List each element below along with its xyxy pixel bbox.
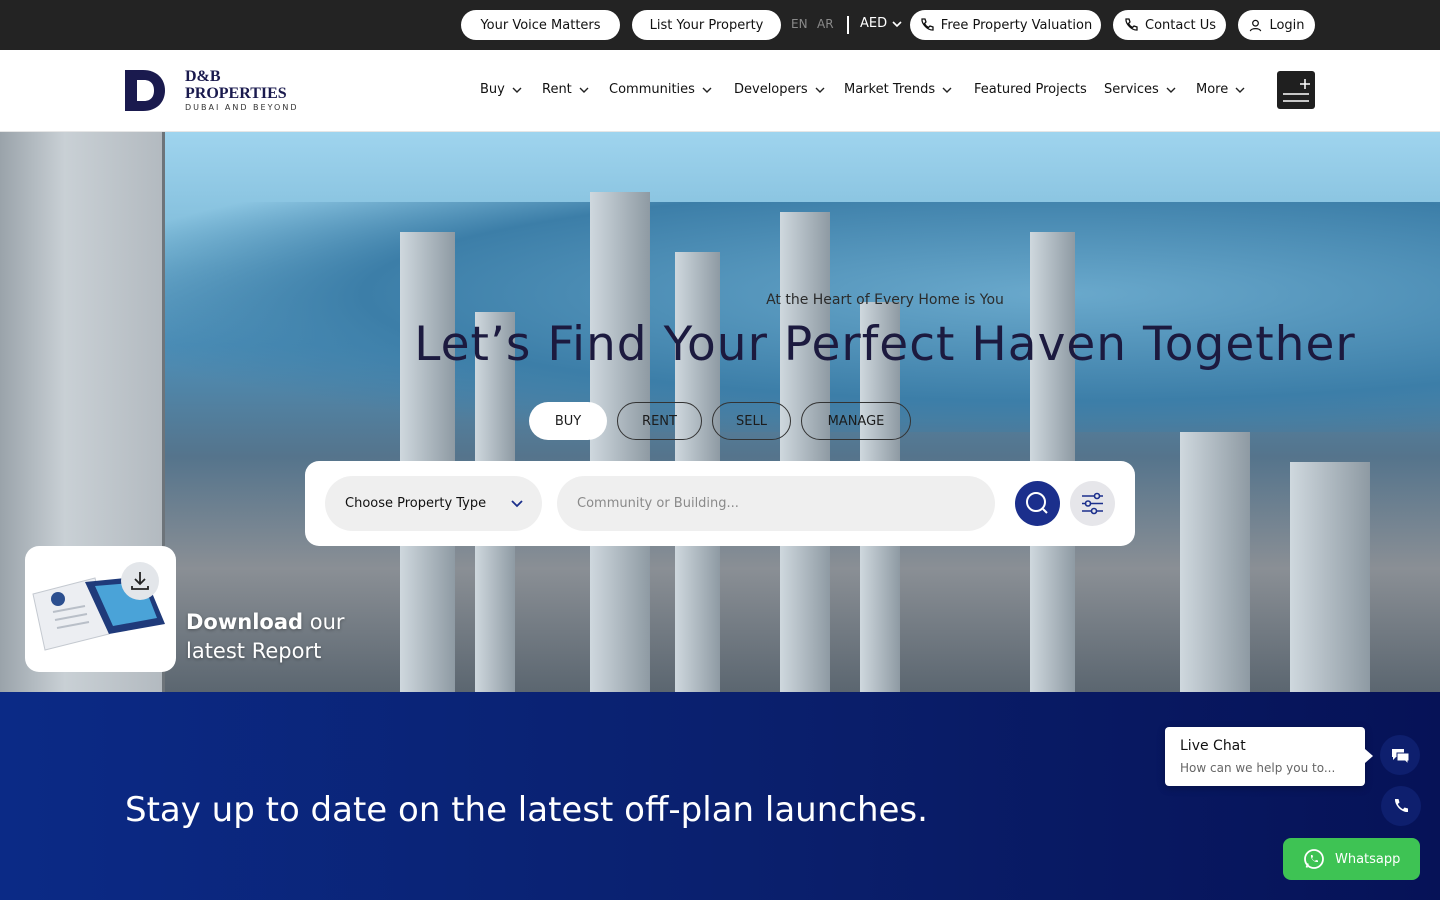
chevron-down-icon: [579, 87, 589, 93]
chevron-down-icon: [892, 20, 902, 27]
nav-more-label: More: [1196, 82, 1229, 97]
user-icon: [1250, 19, 1262, 31]
report-caption-bold: Download: [186, 610, 304, 634]
nav-communities[interactable]: Communities: [609, 82, 713, 97]
tab-rent[interactable]: RENT: [617, 402, 702, 440]
nav-developers-label: Developers: [734, 82, 808, 97]
filter-button[interactable]: [1070, 481, 1115, 526]
main-header: D&B PROPERTIES DUBAI AND BEYOND Buy Rent…: [0, 50, 1440, 132]
live-chat-popup[interactable]: Live Chat How can we help you to...: [1165, 727, 1373, 786]
currency-select[interactable]: AED: [860, 16, 903, 31]
whatsapp-button[interactable]: Whatsapp: [1283, 838, 1420, 880]
tab-manage[interactable]: MANAGE: [801, 402, 911, 440]
nav-market-trends-label: Market Trends: [844, 82, 936, 97]
tab-manage-label: MANAGE: [827, 413, 885, 429]
report-download-card[interactable]: [25, 546, 176, 672]
phone-icon: [1125, 18, 1138, 31]
brand-tagline: DUBAI AND BEYOND: [185, 103, 299, 112]
contact-us-label: Contact Us: [1145, 17, 1216, 33]
tab-buy-label: BUY: [554, 413, 582, 429]
nav-communities-label: Communities: [609, 82, 695, 97]
chat-icon: [1392, 749, 1410, 766]
live-chat-title: Live Chat: [1180, 738, 1246, 754]
download-button[interactable]: [121, 562, 159, 600]
language-en-link[interactable]: EN: [791, 17, 808, 31]
nav-rent-label: Rent: [542, 82, 572, 97]
download-icon: [131, 572, 149, 590]
hero-building: [590, 192, 650, 692]
nav-developers[interactable]: Developers: [734, 82, 826, 97]
menu-icon: [1283, 79, 1310, 102]
brand-name-line1: D&B: [185, 68, 221, 85]
hero-building: [1290, 462, 1370, 692]
language-ar-link[interactable]: AR: [817, 17, 834, 31]
brand-name-line2: PROPERTIES: [185, 85, 287, 102]
report-caption-rest: our: [303, 610, 345, 634]
nav-featured-projects-label: Featured Projects: [974, 82, 1087, 97]
whatsapp-label: Whatsapp: [1335, 851, 1401, 867]
chevron-down-icon: [1235, 87, 1245, 93]
whatsapp-icon: [1304, 849, 1324, 869]
hero-subtitle: At the Heart of Every Home is You: [766, 292, 1004, 308]
brand-name[interactable]: D&B PROPERTIES: [185, 68, 287, 102]
filter-icon: [1082, 492, 1103, 515]
brand-logo-icon[interactable]: [125, 70, 165, 111]
chevron-down-icon: [702, 87, 712, 93]
chevron-down-icon: [511, 500, 523, 508]
chevron-down-icon: [942, 87, 952, 93]
menu-toggle-button[interactable]: [1277, 71, 1315, 109]
nav-services-label: Services: [1104, 82, 1159, 97]
tab-rent-label: RENT: [642, 413, 677, 429]
your-voice-matters-button[interactable]: Your Voice Matters: [461, 10, 620, 40]
chevron-down-icon: [512, 87, 522, 93]
tab-sell[interactable]: SELL: [712, 402, 791, 440]
property-search-bar: Choose Property Type: [305, 461, 1135, 546]
search-button[interactable]: [1015, 481, 1060, 526]
top-bar: Your Voice Matters List Your Property EN…: [0, 0, 1440, 50]
chat-button[interactable]: [1380, 735, 1420, 775]
tab-buy[interactable]: BUY: [529, 402, 607, 440]
free-valuation-button[interactable]: Free Property Valuation: [910, 10, 1101, 40]
topbar-divider: [847, 16, 849, 34]
hero-building: [780, 212, 830, 692]
hero-section: At the Heart of Every Home is You Let’s …: [0, 132, 1440, 692]
currency-value: AED: [860, 16, 888, 31]
property-type-value: Choose Property Type: [345, 496, 487, 511]
offplan-heading: Stay up to date on the latest off-plan l…: [125, 790, 928, 830]
your-voice-matters-label: Your Voice Matters: [480, 17, 601, 33]
phone-icon: [921, 18, 934, 31]
live-chat-subtitle: How can we help you to...: [1180, 761, 1336, 775]
tab-sell-label: SELL: [736, 413, 767, 429]
search-icon: [1026, 492, 1048, 514]
report-caption[interactable]: Download our latest Report: [186, 608, 345, 666]
chevron-down-icon: [1166, 87, 1176, 93]
report-caption-line2: latest Report: [186, 639, 322, 663]
hero-title: Let’s Find Your Perfect Haven Together: [414, 317, 1356, 372]
nav-featured-projects[interactable]: Featured Projects: [974, 82, 1087, 97]
nav-more[interactable]: More: [1196, 82, 1246, 97]
contact-us-button[interactable]: Contact Us: [1113, 10, 1226, 40]
call-button[interactable]: [1381, 786, 1421, 826]
nav-market-trends[interactable]: Market Trends: [844, 82, 953, 97]
nav-buy-label: Buy: [480, 82, 505, 97]
login-button[interactable]: Login: [1238, 10, 1315, 40]
chevron-down-icon: [815, 87, 825, 93]
hero-building: [1180, 432, 1250, 692]
property-type-select[interactable]: Choose Property Type: [325, 476, 542, 531]
nav-rent[interactable]: Rent: [542, 82, 590, 97]
free-valuation-label: Free Property Valuation: [940, 17, 1093, 33]
login-label: Login: [1269, 17, 1305, 33]
offplan-band: Stay up to date on the latest off-plan l…: [0, 692, 1440, 900]
nav-services[interactable]: Services: [1104, 82, 1177, 97]
phone-icon: [1394, 799, 1408, 813]
list-your-property-button[interactable]: List Your Property: [632, 10, 781, 40]
nav-buy[interactable]: Buy: [480, 82, 523, 97]
list-your-property-label: List Your Property: [649, 17, 764, 33]
community-search-input[interactable]: [557, 476, 995, 531]
